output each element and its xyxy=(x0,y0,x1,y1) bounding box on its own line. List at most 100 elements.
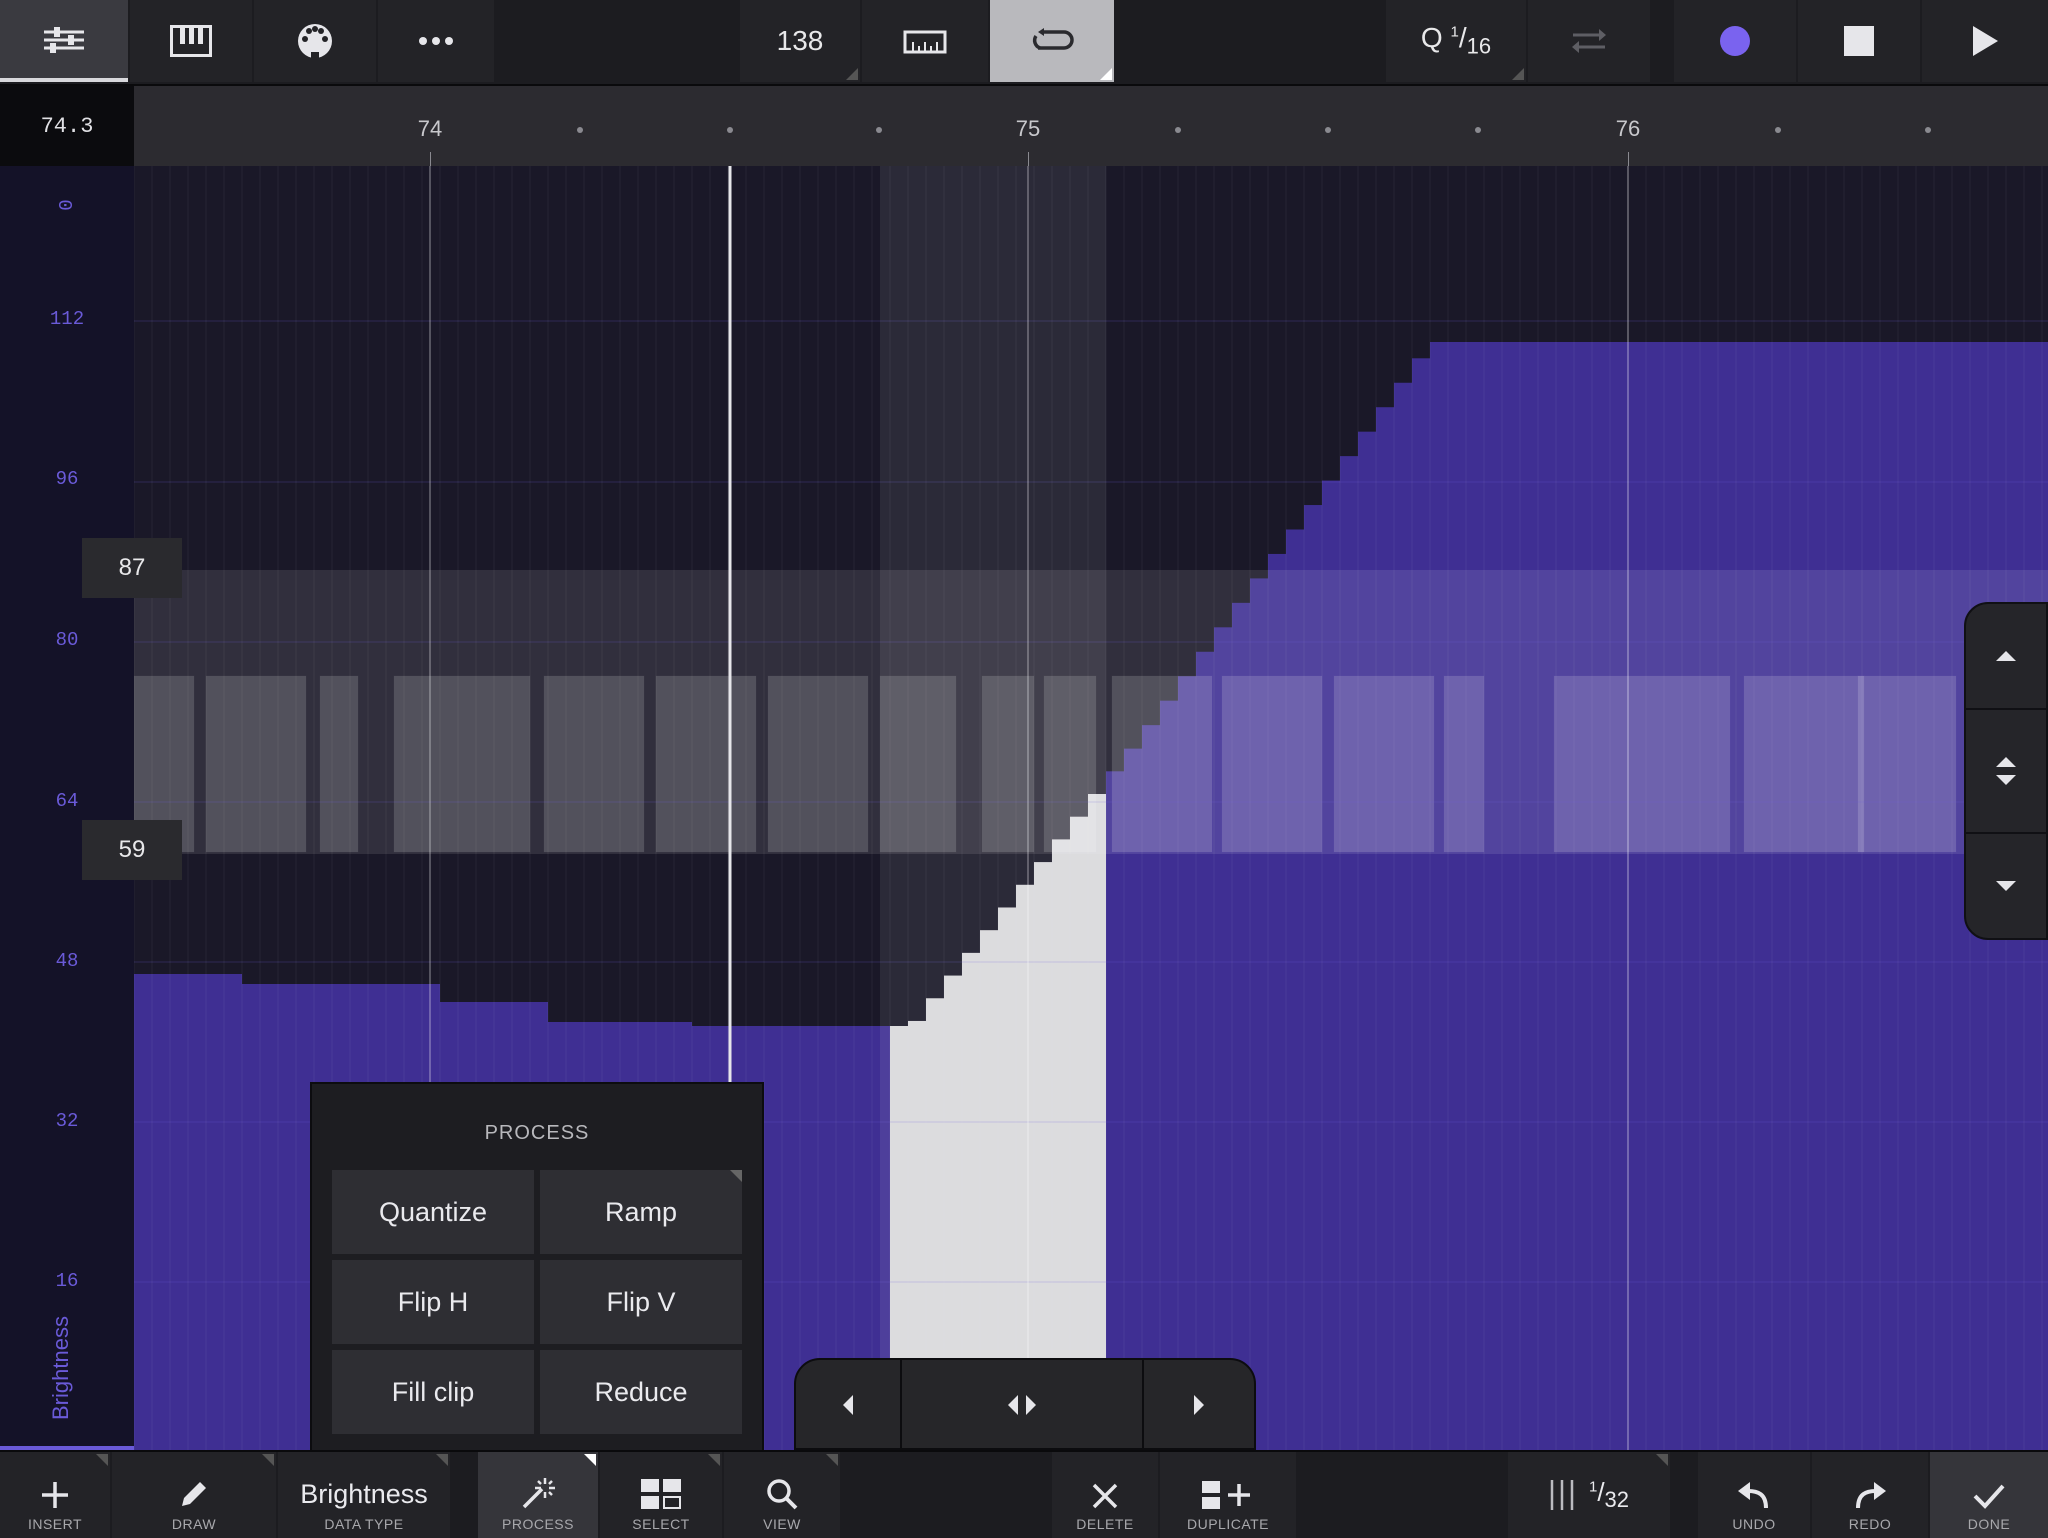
scroll-up-button[interactable] xyxy=(1964,602,2048,710)
nudge-left-button[interactable] xyxy=(796,1360,902,1450)
automation-step xyxy=(1628,342,1646,1450)
view-label: VIEW xyxy=(763,1516,801,1532)
automation-step xyxy=(260,984,278,1450)
checkmark-icon xyxy=(1973,1484,2005,1509)
automation-step xyxy=(1646,342,1664,1450)
automation-step xyxy=(1718,342,1736,1450)
close-icon xyxy=(1092,1483,1118,1509)
data-type-button[interactable]: Brightness DATA TYPE xyxy=(278,1452,450,1538)
scroll-down-button[interactable] xyxy=(1964,832,2048,940)
selection-region xyxy=(880,166,1106,1450)
axis-label-48: 48 xyxy=(55,950,79,972)
select-label: SELECT xyxy=(632,1516,690,1532)
ruler-beat-dot xyxy=(1325,127,1331,133)
axis-label-32: 32 xyxy=(55,1110,79,1132)
ruler-tick xyxy=(430,152,431,166)
select-grid-icon xyxy=(641,1479,681,1509)
automation-step xyxy=(1520,342,1538,1450)
automation-step xyxy=(224,974,242,1450)
process-button[interactable]: PROCESS xyxy=(478,1452,598,1538)
flip-v-button[interactable]: Flip V xyxy=(540,1260,742,1344)
automation-step xyxy=(1844,342,1862,1450)
range-low-badge[interactable]: 59 xyxy=(82,820,182,880)
ramp-button[interactable]: Ramp xyxy=(540,1170,742,1254)
note-ghost-block xyxy=(1444,676,1484,852)
flip-h-button[interactable]: Flip H xyxy=(332,1260,534,1344)
timeline-ruler[interactable]: 74 75 76 xyxy=(134,86,2048,166)
automation-step xyxy=(1610,342,1628,1450)
automation-step xyxy=(1430,342,1448,1450)
duplicate-button[interactable]: DUPLICATE xyxy=(1160,1452,1296,1538)
quantize-process-button[interactable]: Quantize xyxy=(332,1170,534,1254)
more-button[interactable] xyxy=(378,0,494,82)
zoom-vertical-button[interactable] xyxy=(1964,708,2048,834)
grid-lines-icon xyxy=(1550,1480,1574,1510)
automation-step xyxy=(278,984,296,1450)
done-button[interactable]: DONE xyxy=(1930,1452,2048,1538)
note-ghost-block xyxy=(1554,676,1730,852)
insert-label: INSERT xyxy=(27,1516,83,1532)
ruler-beat-dot xyxy=(1775,127,1781,133)
automation-step xyxy=(1556,342,1574,1450)
automation-step xyxy=(1862,342,1880,1450)
mixer-icon xyxy=(44,27,84,53)
undo-button[interactable]: UNDO xyxy=(1698,1452,1810,1538)
automation-step xyxy=(1880,342,1898,1450)
record-button[interactable] xyxy=(1674,0,1796,82)
ruler-beat-dot xyxy=(876,127,882,133)
ramp-corner-indicator xyxy=(730,1170,742,1182)
axis-label-80: 80 xyxy=(55,629,79,651)
grid-numerator: 1 xyxy=(1588,1478,1598,1496)
redo-button[interactable]: REDO xyxy=(1812,1452,1928,1538)
nudge-resize-button[interactable] xyxy=(902,1360,1144,1450)
range-high-badge[interactable]: 87 xyxy=(82,538,182,598)
done-label: DONE xyxy=(1967,1516,2011,1532)
grid-resolution-button[interactable]: 1/32 xyxy=(1508,1452,1670,1538)
ruler-tick xyxy=(1628,152,1629,166)
quantize-button[interactable]: Q 1/16 xyxy=(1386,0,1526,82)
automation-step xyxy=(1808,342,1826,1450)
nudge-right-button[interactable] xyxy=(1144,1360,1254,1450)
automation-step xyxy=(170,974,188,1450)
undo-label: UNDO xyxy=(1732,1516,1776,1532)
view-button[interactable]: VIEW xyxy=(724,1452,840,1538)
automation-step xyxy=(1700,342,1718,1450)
note-ghost-block xyxy=(1744,676,1864,852)
quantize-denominator: 16 xyxy=(1466,33,1492,59)
insert-button[interactable]: INSERT xyxy=(0,1452,110,1538)
top-toolbar: 138 Q 1/16 xyxy=(0,0,2048,86)
plus-icon xyxy=(42,1482,68,1508)
delete-button[interactable]: DELETE xyxy=(1052,1452,1158,1538)
loop-button[interactable] xyxy=(990,0,1114,82)
quantize-arrows-button[interactable] xyxy=(1528,0,1650,82)
metronome-button[interactable] xyxy=(862,0,988,82)
process-label: PROCESS xyxy=(502,1516,574,1532)
fill-clip-button[interactable]: Fill clip xyxy=(332,1350,534,1434)
automation-step xyxy=(1106,771,1124,1450)
chevron-down-icon xyxy=(1996,881,2016,891)
automation-step xyxy=(1682,342,1700,1450)
quantize-arrows-icon xyxy=(1572,29,1606,53)
draw-button[interactable]: DRAW xyxy=(112,1452,276,1538)
note-ghost-block xyxy=(206,676,306,852)
automation-step xyxy=(206,974,224,1450)
undo-icon xyxy=(1738,1482,1768,1509)
automation-step xyxy=(242,984,260,1450)
midi-port-button[interactable] xyxy=(254,0,376,82)
automation-step xyxy=(1538,342,1556,1450)
piano-roll-button[interactable] xyxy=(130,0,252,82)
reduce-button[interactable]: Reduce xyxy=(540,1350,742,1434)
tempo-button[interactable]: 138 xyxy=(740,0,860,82)
automation-step xyxy=(1898,342,1916,1450)
select-button[interactable]: SELECT xyxy=(600,1452,722,1538)
play-button[interactable] xyxy=(1922,0,2048,82)
automation-step xyxy=(1736,342,1754,1450)
tempo-value: 138 xyxy=(776,25,824,56)
ruler-beat-dot xyxy=(727,127,733,133)
note-ghost-block xyxy=(656,676,756,852)
stop-button[interactable] xyxy=(1798,0,1920,82)
chevron-up-icon xyxy=(1996,651,2016,661)
mixer-button[interactable] xyxy=(0,0,128,82)
value-axis: 0 112 96 80 64 48 32 16 xyxy=(0,166,134,1450)
process-panel: PROCESS Quantize Ramp Flip H Flip V Fill… xyxy=(310,1082,764,1454)
